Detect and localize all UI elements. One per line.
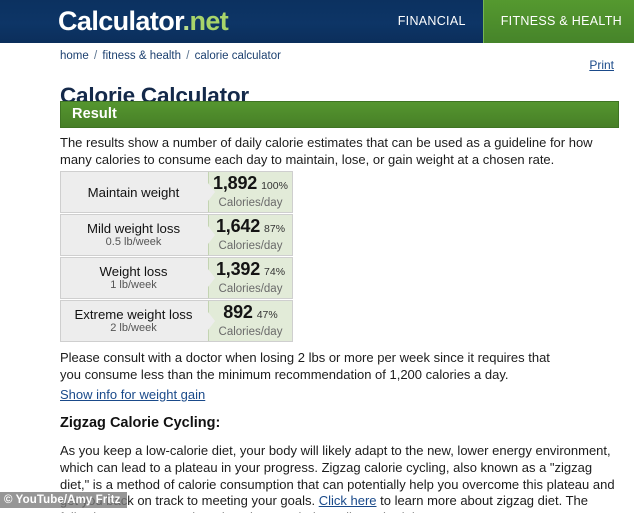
result-row-label-cell: Weight loss 1 lb/week <box>61 258 208 298</box>
result-row-percent: 47% <box>256 309 278 321</box>
logo-text-calculator: Calculator <box>58 6 183 36</box>
result-row-calories: 1,642 <box>215 216 261 236</box>
table-row: Maintain weight 1,892 100% Calories/day <box>60 171 293 213</box>
zigzag-paragraph: As you keep a low-calorie diet, your bod… <box>60 443 624 513</box>
zigzag-section-title: Zigzag Calorie Cycling: <box>60 415 221 431</box>
doctor-consult-note: Please consult with a doctor when losing… <box>60 350 550 382</box>
result-row-calories: 1,892 <box>213 173 258 193</box>
table-row: Mild weight loss 0.5 lb/week 1,642 87% C… <box>60 214 293 256</box>
site-header: Calculator.net FINANCIAL FITNESS & HEALT… <box>0 0 634 43</box>
logo-text-net: net <box>189 6 229 36</box>
result-row-label: Maintain weight <box>87 184 180 200</box>
result-row-value-cell: 1,892 100% Calories/day <box>208 172 292 212</box>
result-description: The results show a number of daily calor… <box>60 135 593 167</box>
breadcrumb-separator: / <box>93 50 98 62</box>
result-row-percent: 100% <box>261 180 288 192</box>
result-row-value-line: 1,892 100% <box>213 174 288 196</box>
result-row-sublabel: 0.5 lb/week <box>105 236 162 248</box>
click-here-link[interactable]: Click here <box>319 493 377 508</box>
browser-page: Calculator.net FINANCIAL FITNESS & HEALT… <box>0 0 634 513</box>
main-navigation: FINANCIAL FITNESS & HEALTH <box>381 0 634 43</box>
result-row-label: Weight loss <box>99 264 168 279</box>
result-table: Maintain weight 1,892 100% Calories/day … <box>60 171 293 343</box>
table-row: Extreme weight loss 2 lb/week 892 47% Ca… <box>60 300 293 342</box>
result-row-percent: 74% <box>264 266 286 278</box>
result-row-unit: Calories/day <box>218 197 283 209</box>
result-row-label-cell: Extreme weight loss 2 lb/week <box>61 301 208 341</box>
result-row-sublabel: 2 lb/week <box>110 322 157 334</box>
result-row-label: Mild weight loss <box>86 221 181 236</box>
youtube-watermark: © YouTube/Amy Fritz <box>0 492 128 508</box>
result-row-label-cell: Maintain weight <box>61 172 208 212</box>
table-row: Weight loss 1 lb/week 1,392 74% Calories… <box>60 257 293 299</box>
nav-item-fitness-health[interactable]: FITNESS & HEALTH <box>482 0 634 43</box>
show-info-weight-gain-link[interactable]: Show info for weight gain <box>60 387 205 402</box>
result-row-label: Extreme weight loss <box>74 307 193 322</box>
breadcrumb-item-calorie-calculator[interactable]: calorie calculator <box>195 50 281 62</box>
result-row-percent: 87% <box>264 223 286 235</box>
result-row-unit: Calories/day <box>218 240 283 252</box>
result-row-label-cell: Mild weight loss 0.5 lb/week <box>61 215 208 255</box>
result-row-sublabel: 1 lb/week <box>110 279 157 291</box>
result-row-value-line: 892 47% <box>223 303 277 325</box>
result-row-unit: Calories/day <box>218 326 283 338</box>
result-row-value-cell: 892 47% Calories/day <box>208 301 292 341</box>
site-logo[interactable]: Calculator.net <box>58 6 229 36</box>
breadcrumb-separator: / <box>186 50 190 62</box>
result-row-value-line: 1,392 74% <box>216 260 285 282</box>
result-row-calories: 892 <box>223 302 253 322</box>
breadcrumb: home / fitness & health / calorie calcul… <box>60 50 281 62</box>
result-banner: Result <box>60 101 619 128</box>
nav-item-financial[interactable]: FINANCIAL <box>381 0 483 43</box>
result-row-value-line: 1,642 87% <box>216 217 285 239</box>
result-row-value-cell: 1,642 87% Calories/day <box>208 215 292 255</box>
result-row-calories: 1,392 <box>215 259 261 279</box>
result-banner-title: Result <box>72 106 117 122</box>
result-row-value-cell: 1,392 74% Calories/day <box>208 258 292 298</box>
print-link[interactable]: Print <box>589 58 614 72</box>
breadcrumb-item-fitness-health[interactable]: fitness & health <box>102 50 181 62</box>
result-row-unit: Calories/day <box>218 283 283 295</box>
page-content: home / fitness & health / calorie calcul… <box>0 43 634 513</box>
breadcrumb-item-home[interactable]: home <box>60 50 89 62</box>
